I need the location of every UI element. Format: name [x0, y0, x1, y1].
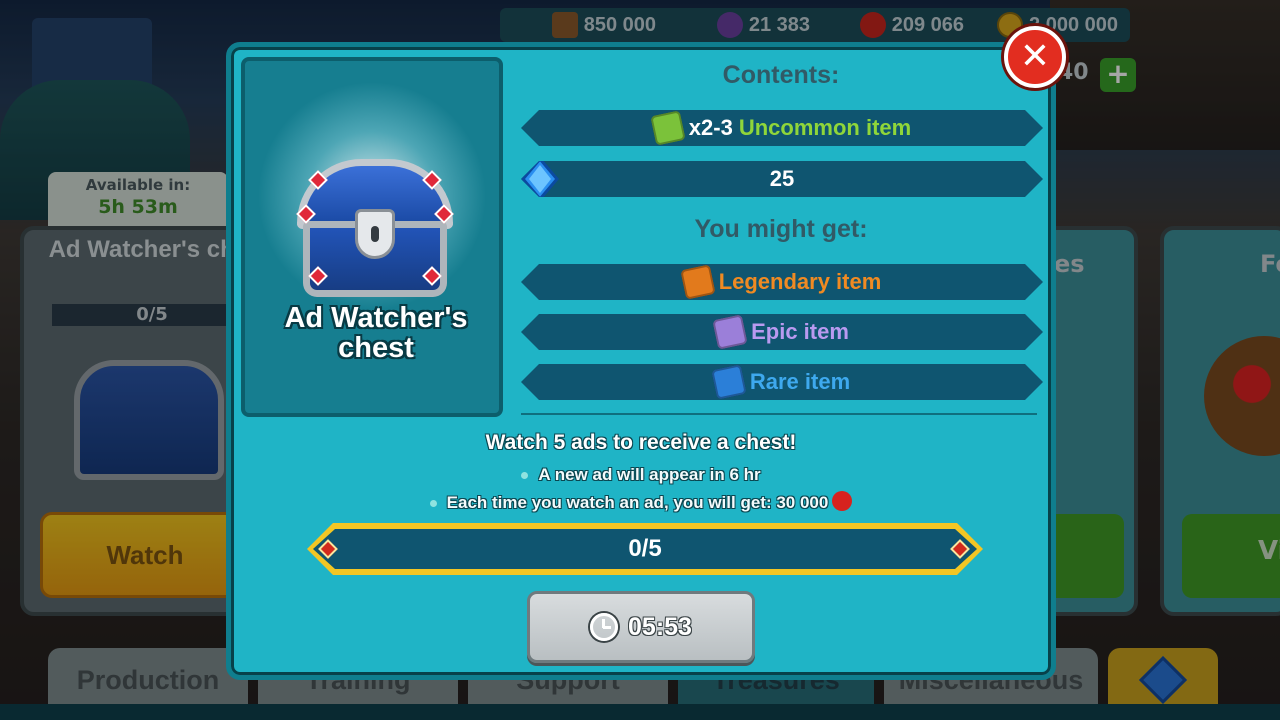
legendary-label: Legendary item	[718, 269, 882, 294]
close-button[interactable]: ✕	[1004, 26, 1066, 88]
reward-text: Each time you watch an ad, you will get:…	[446, 493, 829, 512]
timer-label: 05:53	[628, 612, 692, 641]
apple-icon	[832, 491, 853, 511]
legendary-item-icon	[680, 264, 716, 300]
gem-icon	[521, 157, 559, 201]
rare-item-icon	[711, 364, 747, 400]
cooldown-timer-button[interactable]: 05:53	[527, 591, 755, 663]
uncommon-item-icon	[650, 110, 686, 146]
chest-icon	[296, 159, 454, 303]
clock-icon	[590, 613, 619, 641]
divider	[521, 413, 1037, 415]
might-get-heading: You might get:	[694, 215, 868, 243]
chest-preview-panel: Ad Watcher's chest	[241, 57, 503, 417]
contents-row-gems: 25	[521, 161, 1043, 197]
new-ad-info: A new ad will appear in 6 hr	[231, 465, 1051, 485]
progress-label: 0/5	[628, 535, 662, 562]
rare-label: Rare item	[749, 369, 851, 394]
gem-amount: 25	[769, 166, 795, 191]
chest-info-modal: Ad Watcher's chest Contents: x2-3 Uncomm…	[226, 42, 1056, 680]
lock-icon	[355, 209, 395, 259]
bullet-dot	[521, 472, 529, 480]
uncommon-label: Uncommon item	[738, 115, 912, 140]
bullet-dot	[429, 500, 437, 508]
watch-ads-title: Watch 5 ads to receive a chest!	[485, 431, 797, 454]
chest-name: Ad Watcher's chest	[284, 302, 468, 364]
epic-item-icon	[712, 314, 748, 350]
might-get-row-epic: Epic item	[521, 314, 1043, 350]
ads-progress-bar: 0/5	[307, 523, 983, 575]
might-get-row-rare: Rare item	[521, 364, 1043, 400]
new-ad-text: A new ad will appear in 6 hr	[538, 465, 761, 484]
might-get-row-legendary: Legendary item	[521, 264, 1043, 300]
contents-heading: Contents:	[722, 61, 840, 89]
contents-row-uncommon: x2-3 Uncommon item	[521, 110, 1043, 146]
epic-label: Epic item	[751, 319, 849, 344]
uncommon-quantity: x2-3	[688, 115, 733, 140]
reward-info: Each time you watch an ad, you will get:…	[231, 491, 1051, 513]
